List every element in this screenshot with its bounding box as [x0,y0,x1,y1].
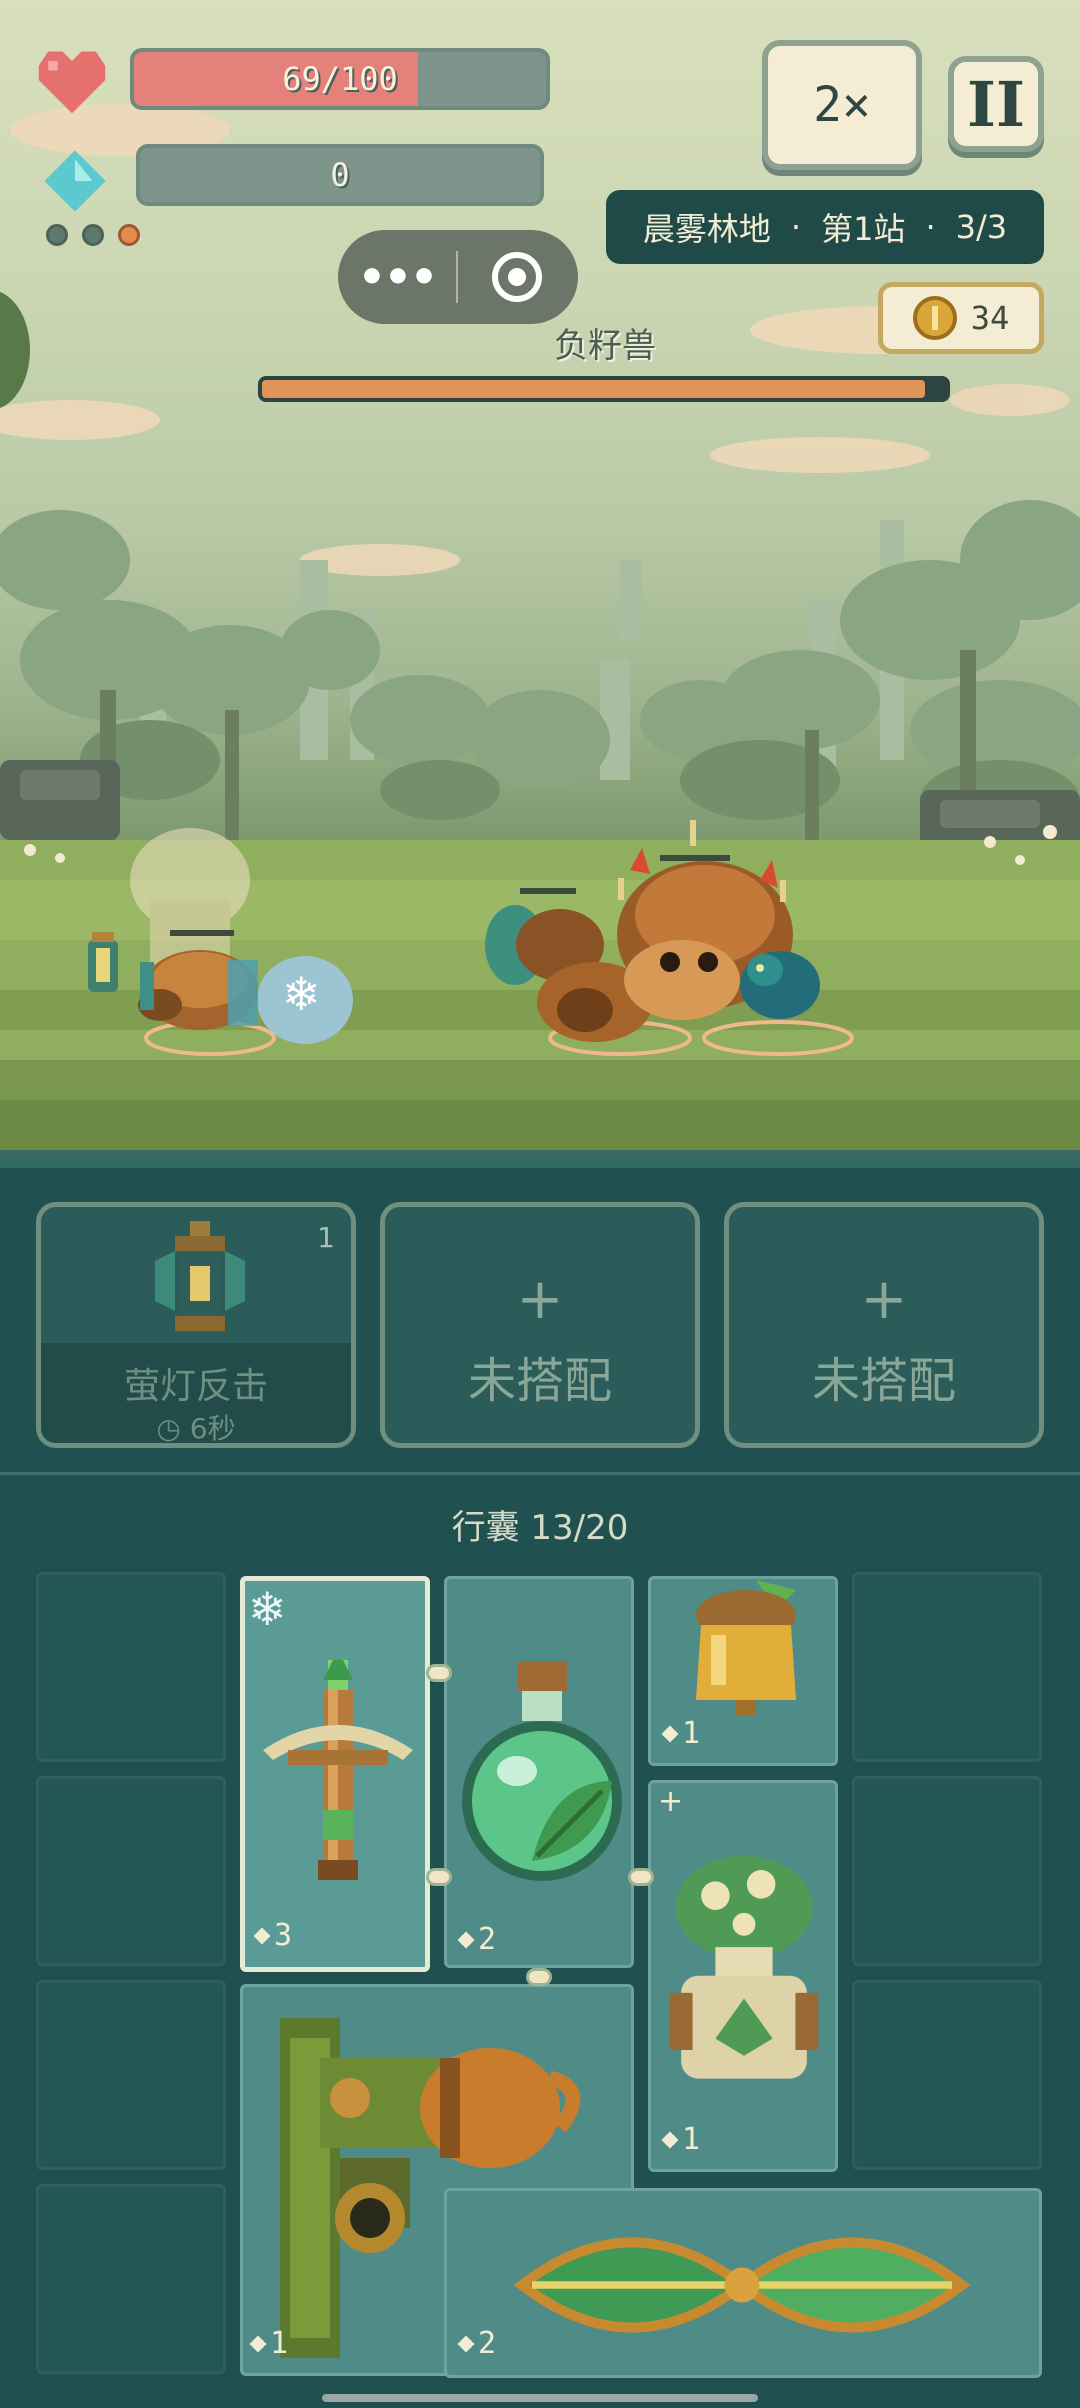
coin-icon [912,296,957,340]
hp-text: 69/100 [282,60,398,98]
wave-dot [82,224,104,246]
battle-scene: ❄ 69/100 0 2× II 晨雾林地 · 第1站 · 3/3 34 •••… [0,0,1080,1160]
bag-title: 行囊 13/20 [451,1508,629,1548]
skill-slot-3[interactable]: + 未搭配 [724,1202,1044,1448]
item-level: 2 [457,2326,496,2361]
leaf-potion-icon [462,1661,622,1881]
mana-text: 0 [330,156,350,194]
mana-bar: 0 [136,144,544,206]
item-level: 2 [457,1922,496,1957]
lantern-icon [155,1221,245,1331]
item-level: 3 [253,1918,292,1953]
svg-text:❄: ❄ [282,967,321,1021]
panel-divider [0,1472,1080,1475]
item-level: 1 [661,2122,700,2157]
leaf-blade-icon [513,2237,971,2333]
crossbow-icon [263,1660,413,1880]
wave-dot-current [118,224,140,246]
mushroom-jar-icon [669,1855,819,2079]
stage-indicator: 晨雾林地 · 第1站 · 3/3 [606,190,1044,264]
enemy-blue-bird [740,951,820,1019]
skill-slot-1[interactable]: 1 萤灯反击 ◷ 6秒 [36,1202,356,1448]
bag-cell-empty[interactable] [36,1572,226,1762]
stage-separator: · [790,208,802,246]
stage-wave: 3/3 [955,208,1008,246]
boss-hp-bar [258,376,950,402]
acorn-bell-icon [696,1580,796,1715]
pause-button[interactable]: II [948,56,1044,152]
heart-icon [38,51,106,114]
inventory-panel: 1 萤灯反击 ◷ 6秒 + 未搭配 + 未搭配 行囊 13/20 ❄ 3 2 1… [0,1160,1080,2408]
skill-cooldown: ◷ 6秒 [156,1412,236,1445]
bag-cell-empty[interactable] [36,1776,226,1966]
bag-cell-empty[interactable] [36,2184,226,2374]
more-menu-icon[interactable]: ••• [338,252,456,303]
add-icon: + [860,1267,908,1332]
stage-area: 晨雾林地 [642,210,771,248]
speed-button[interactable]: 2× [762,40,922,170]
ally-lantern [88,932,118,992]
bag-cell-empty[interactable] [36,1980,226,2170]
skill-slot-2[interactable]: + 未搭配 [380,1202,700,1448]
home-indicator[interactable] [322,2394,758,2402]
empty-slot-label: 未搭配 [811,1353,956,1409]
link-connector [628,1868,654,1886]
frozen-icon: ❄ [248,1582,287,1636]
mana-gem-icon [44,150,106,212]
skill-name: 萤灯反击 [123,1366,268,1407]
boss-name: 负籽兽 [554,326,656,366]
close-target-icon[interactable] [458,252,576,302]
link-connector [526,1968,552,1986]
item-level: 1 [249,2326,288,2361]
add-icon: + [516,1267,564,1332]
stage-station: 第1站 [821,210,906,248]
stage-separator: · [925,208,936,246]
wave-progress-dots [46,224,140,246]
bag-cell-empty[interactable] [852,1980,1042,2170]
panel-edge [0,1160,1080,1168]
upgrade-plus-icon: + [658,1784,684,1819]
link-connector [426,1664,452,1682]
skill-count: 1 [317,1221,335,1254]
boss-hp-fill [262,380,926,398]
empty-slot-label: 未搭配 [467,1353,612,1409]
wave-dot [46,224,68,246]
cooldown-value: 6秒 [189,1412,236,1445]
link-connector [426,1868,452,1886]
miniprogram-capsule: ••• [338,230,578,324]
hp-bar: 69/100 [130,48,550,110]
bag-cell-empty[interactable] [852,1572,1042,1762]
item-level: 1 [661,1716,700,1751]
gold-counter: 34 [878,282,1044,354]
gold-amount: 34 [970,299,1010,337]
bag-cell-empty[interactable] [852,1776,1042,1966]
